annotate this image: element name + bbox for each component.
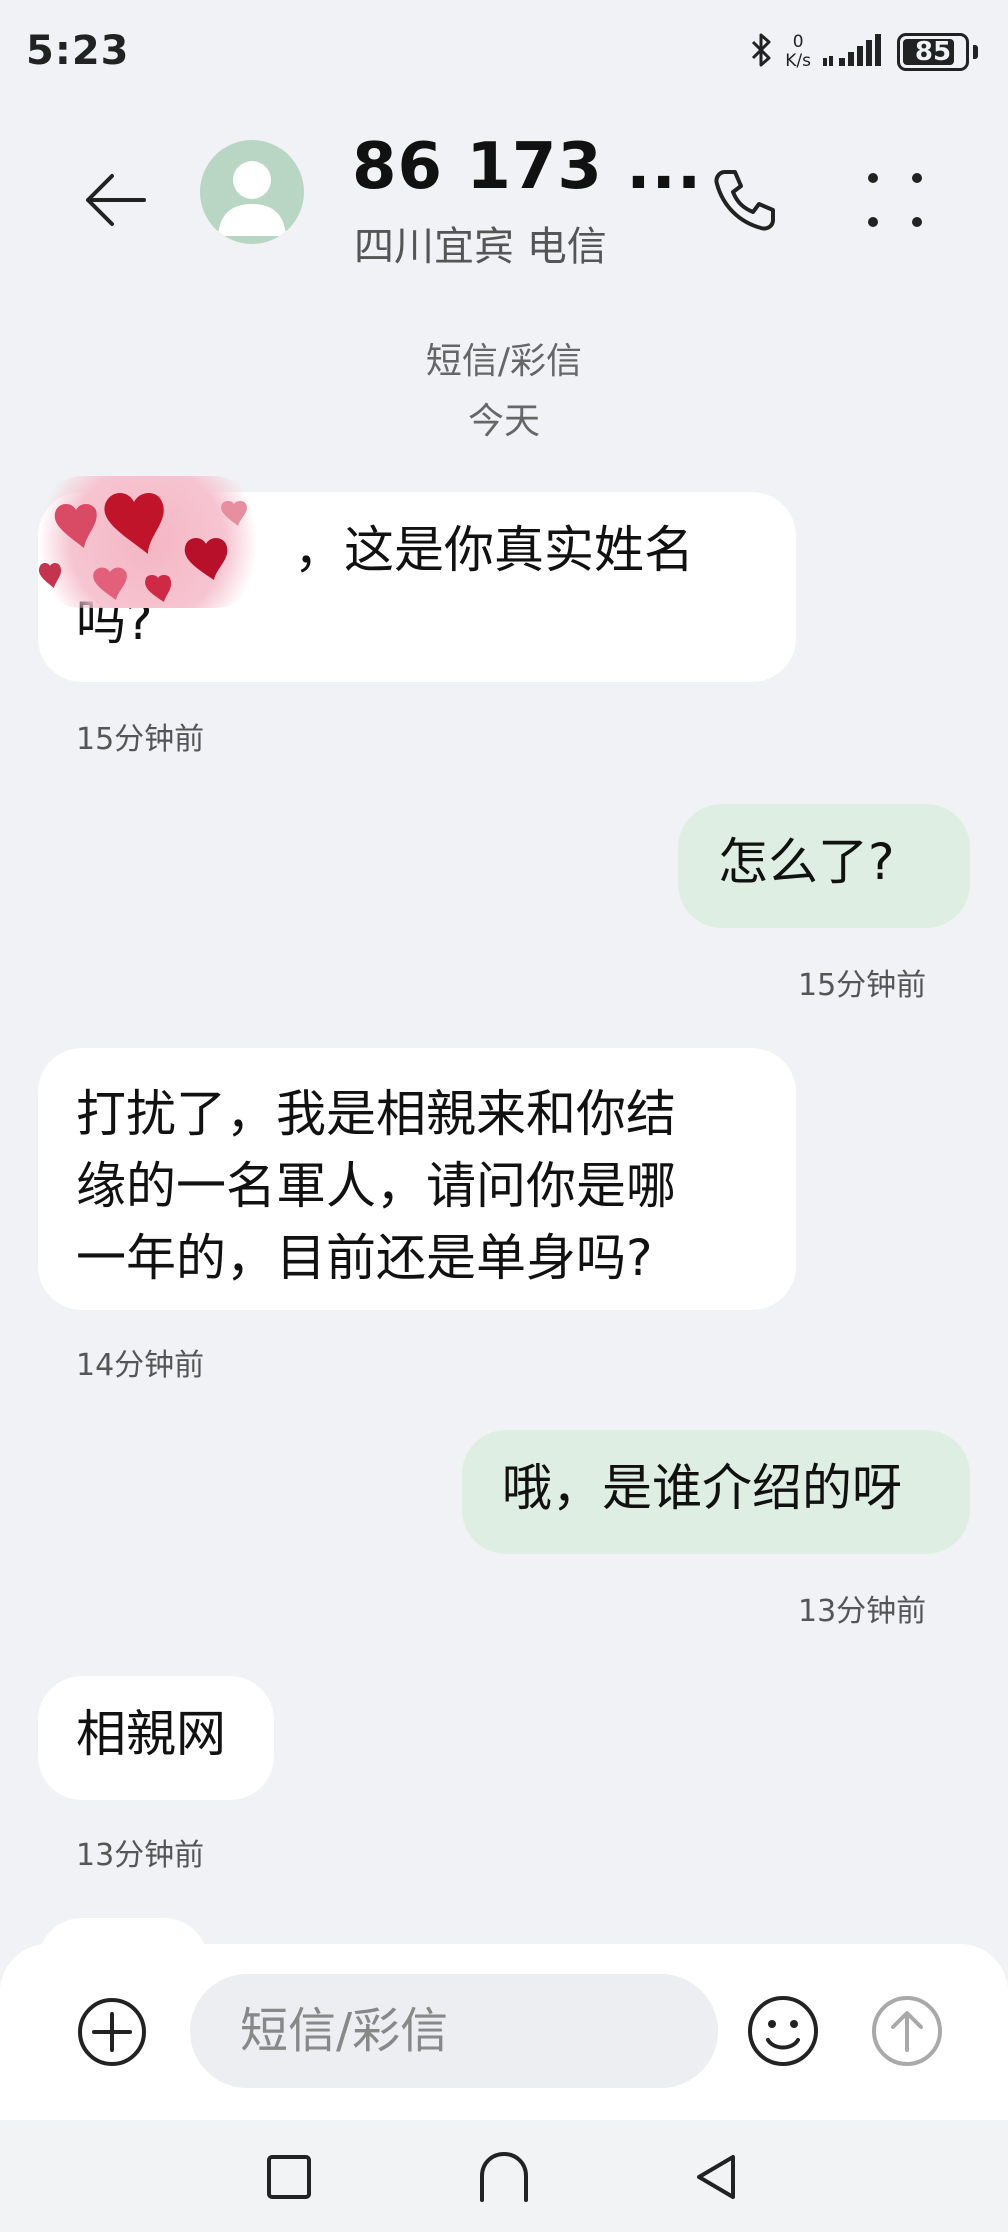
more-icon [868, 173, 878, 183]
phone-icon [714, 170, 775, 231]
emoji-button[interactable] [742, 1990, 824, 2072]
more-icon-dot [912, 173, 922, 183]
more-icon-dot [912, 217, 922, 227]
status-icons: 0 K/s 85 [749, 30, 978, 74]
conversation-header: 86 173 ... 四川宜宾 电信 [0, 110, 1008, 270]
message-text: 相親网 [76, 1705, 226, 1763]
bluetooth-icon [749, 32, 773, 72]
network-speed-value: 0 [792, 32, 804, 52]
message-text-line: 打扰了，我是相親来和你结 [76, 1085, 676, 1143]
composer-bar [0, 1944, 1008, 2120]
message-timestamp: 15分钟前 [76, 722, 205, 757]
avatar-icon [218, 161, 286, 236]
back-triangle-icon [697, 2155, 735, 2199]
emoji-icon [748, 1996, 818, 2066]
home-button[interactable] [469, 2142, 539, 2212]
back-nav-button[interactable] [682, 2142, 752, 2212]
add-icon [78, 1998, 146, 2066]
message-text-line: 缘的一名軍人，请问你是哪 [76, 1157, 676, 1215]
message-text-line: ，这是你真实姓名 [294, 521, 694, 579]
hearts-sticker [24, 476, 272, 608]
message-bubble-incoming[interactable]: 打扰了，我是相親来和你结 缘的一名軍人，请问你是哪 一年的，目前还是单身吗? [38, 1048, 796, 1310]
message-bubble-outgoing[interactable]: 怎么了? [678, 804, 970, 928]
message-timestamp: 13分钟前 [798, 1594, 927, 1629]
send-icon [872, 1996, 942, 2066]
message-input[interactable] [190, 1974, 718, 2088]
message-thread-screen: 5:23 0 K/s 85 86 173 ... 四川宜宾 电信 短信/彩信 今… [0, 0, 1008, 2232]
message-bubble-outgoing[interactable]: 哦，是谁介绍的呀 [462, 1430, 970, 1554]
network-speed: 0 K/s [785, 33, 811, 71]
call-button[interactable] [700, 155, 790, 245]
recents-button[interactable] [254, 2142, 324, 2212]
thread-type-label: 短信/彩信 [425, 341, 583, 382]
more-options-button[interactable] [850, 155, 940, 245]
message-timestamp: 14分钟前 [76, 1348, 205, 1383]
message-text: 怎么了? [718, 833, 895, 891]
more-icon-dot [868, 217, 878, 227]
battery-level: 85 [914, 37, 952, 67]
system-navigation-bar [0, 2120, 1008, 2232]
thread-date-label: 今天 [467, 401, 540, 442]
back-button[interactable] [70, 155, 160, 245]
network-speed-unit: K/s [785, 51, 811, 71]
send-button[interactable] [866, 1990, 948, 2072]
status-time: 5:23 [26, 28, 130, 74]
heart-icon [38, 493, 247, 602]
message-text-line: 一年的，目前还是单身吗? [76, 1229, 653, 1287]
contact-location: 四川宜宾 电信 [354, 224, 607, 270]
home-icon [480, 2151, 528, 2202]
status-bar: 5:23 0 K/s 85 [0, 0, 1008, 100]
battery-icon: 85 [897, 33, 969, 71]
message-bubble-incoming[interactable]: 相親网 [38, 1676, 274, 1800]
contact-name[interactable]: 86 173 ... [352, 130, 702, 204]
avatar[interactable] [200, 140, 304, 244]
add-attachment-button[interactable] [72, 1992, 152, 2072]
message-text: 哦，是谁介绍的呀 [502, 1459, 902, 1517]
battery-cap [973, 45, 978, 59]
signal-icon [823, 32, 885, 72]
message-timestamp: 13分钟前 [76, 1838, 205, 1873]
back-arrow-icon [86, 174, 146, 226]
recents-square-icon [267, 2155, 311, 2199]
message-timestamp: 15分钟前 [798, 968, 927, 1003]
